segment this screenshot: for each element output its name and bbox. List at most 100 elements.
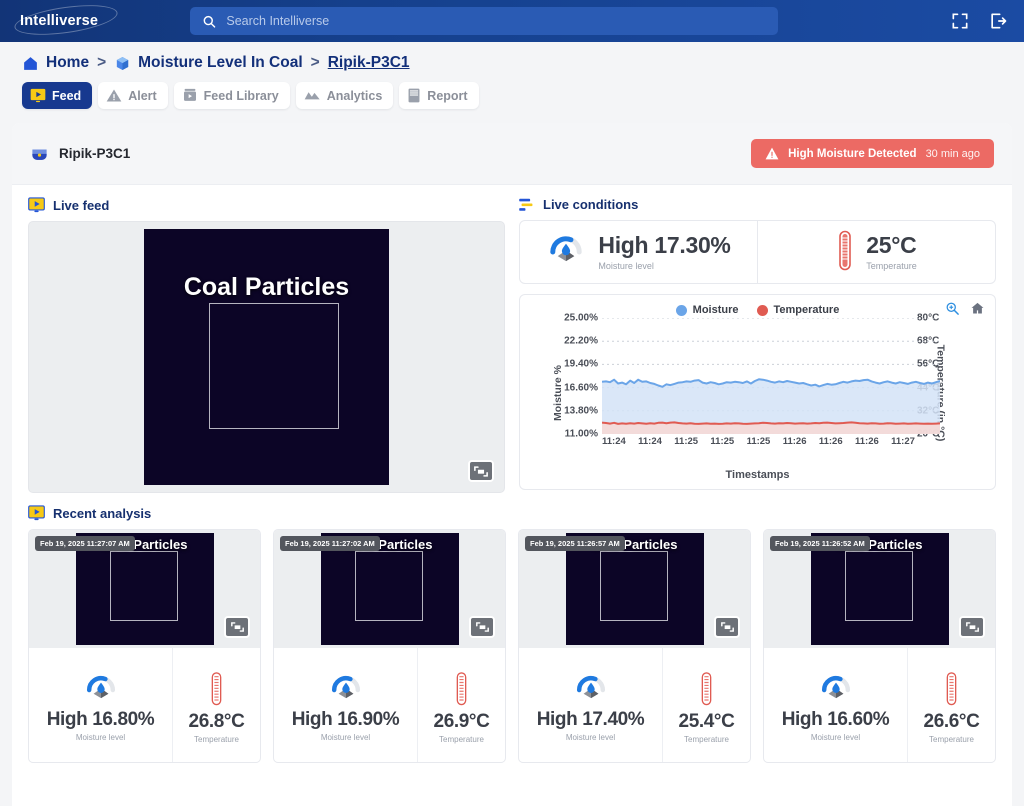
analysis-image-area[interactable]: Feb 19, 2025 11:27:02 AM Coal Particles (274, 530, 505, 648)
chart-y-tick: 13.80% (564, 405, 598, 417)
recent-analysis-section: Recent analysis Feb 19, 2025 11:27:07 AM… (12, 493, 1012, 763)
tab-alert[interactable]: Alert (98, 82, 168, 109)
chart-x-tick: 11:25 (674, 436, 699, 447)
thermometer-icon (946, 671, 957, 705)
expand-button[interactable] (224, 616, 250, 638)
video-feed-icon (28, 197, 45, 213)
legend-dot-temperature (756, 304, 768, 316)
expand-button[interactable] (959, 616, 985, 638)
moisture-gauge-icon (576, 675, 605, 698)
tab-feed-library-label: Feed Library (203, 88, 279, 103)
video-feed-icon (30, 88, 46, 103)
moisture-value: High 17.30% (598, 232, 731, 259)
breadcrumb-project[interactable]: Moisture Level In Coal (138, 54, 303, 72)
roi-box (844, 551, 913, 621)
thermal-image-live[interactable]: Coal Particles (144, 229, 389, 485)
live-conditions-heading: Live conditions (519, 197, 996, 212)
thermometer-icon (211, 671, 222, 705)
chart-y-tick: 16.60% (564, 382, 598, 394)
analysis-temperature-label: Temperature (439, 734, 484, 744)
project-cube-icon (116, 56, 129, 70)
chart-canvas[interactable] (601, 317, 941, 435)
tab-report[interactable]: Report (399, 82, 479, 109)
analysis-moisture-label: Moisture level (75, 732, 126, 742)
analysis-card[interactable]: Feb 19, 2025 11:27:07 AM Coal Particles (28, 529, 261, 763)
analysis-image-area[interactable]: Feb 19, 2025 11:26:57 AM Coal Particles (519, 530, 750, 648)
analysis-moisture-cell: High 16.90% Moisture level (274, 648, 417, 762)
expand-button[interactable] (468, 460, 494, 482)
tab-analytics[interactable]: Analytics (295, 82, 394, 109)
chart-x-tick: 11:26 (818, 436, 843, 447)
analysis-image-area[interactable]: Feb 19, 2025 11:26:52 AM Coal Particles (764, 530, 995, 648)
device-bar: Ripik-P3C1 High Moisture Detected 30 min… (12, 123, 1012, 185)
analysis-moisture-value: High 16.80% (46, 708, 155, 730)
expand-button[interactable] (714, 616, 740, 638)
device-name-group: Ripik-P3C1 (30, 144, 130, 163)
fullscreen-icon[interactable] (950, 11, 970, 31)
moisture-label: Moisture level (598, 260, 654, 271)
chart-x-tick: 11:24 (638, 436, 662, 447)
analysis-moisture-value: High 16.60% (781, 708, 890, 730)
analysis-card[interactable]: Feb 19, 2025 11:26:52 AM Coal Particles (763, 529, 996, 763)
search-bar[interactable] (190, 7, 778, 35)
expand-icon (230, 622, 244, 632)
analysis-image-area[interactable]: Feb 19, 2025 11:27:07 AM Coal Particles (29, 530, 260, 648)
recent-analysis-heading: Recent analysis (28, 505, 996, 521)
expand-button[interactable] (469, 616, 495, 638)
chart-x-tick: 11:27 (891, 436, 915, 447)
device-name: Ripik-P3C1 (59, 146, 131, 161)
breadcrumb-separator: > (97, 54, 107, 71)
live-chart-card: Moisture Temperature Moisture % Temperat… (519, 294, 996, 490)
chart-x-axis-label: Timestamps (725, 469, 790, 481)
status-badge[interactable]: High Moisture Detected 30 min ago (751, 139, 994, 168)
tab-feed[interactable]: Feed (22, 82, 93, 109)
chart-x-tick: 11:25 (710, 436, 735, 447)
roi-box (354, 551, 423, 621)
analysis-metrics: High 16.90% Moisture level 26.9°C Temper… (274, 648, 505, 762)
main-panel: Ripik-P3C1 High Moisture Detected 30 min… (12, 123, 1012, 806)
analysis-metrics: High 16.80% Moisture level 26.8°C Temper… (29, 648, 260, 762)
analysis-moisture-label: Moisture level (565, 732, 616, 742)
chart-x-tick: 11:25 (746, 436, 771, 447)
legend-item-temperature[interactable]: Temperature (756, 304, 839, 316)
temperature-value: 25°C (866, 232, 917, 259)
breadcrumb-home[interactable]: Home (46, 54, 89, 72)
conditions-bars-icon (519, 198, 533, 211)
live-conditions-column: Live conditions High 17.30% Moisture lev… (519, 197, 996, 493)
live-feed-viewport[interactable]: Coal Particles (28, 221, 505, 493)
report-document-icon (408, 88, 420, 103)
thermometer-icon (839, 230, 852, 271)
top-bar: Intelliverse (0, 0, 1024, 42)
logout-icon[interactable] (988, 11, 1008, 31)
analysis-timestamp: Feb 19, 2025 11:27:02 AM (280, 536, 380, 551)
content-body: Live feed Coal Particles Live conditions… (12, 185, 1012, 493)
home-icon[interactable] (22, 55, 39, 72)
warning-triangle-icon (106, 89, 122, 102)
live-feed-column: Live feed Coal Particles (28, 197, 505, 493)
breadcrumb-current[interactable]: Ripik-P3C1 (328, 54, 410, 72)
tab-analytics-label: Analytics (326, 88, 383, 103)
moisture-gauge-icon (821, 675, 850, 698)
app-root: Intelliverse Home > (0, 0, 1024, 806)
live-feed-heading: Live feed (28, 197, 505, 213)
chart-y-ticks: 25.00% 22.20% 19.40% 16.60% 13.80% 11.00% (546, 313, 598, 440)
search-input[interactable] (226, 14, 766, 28)
analysis-timestamp: Feb 19, 2025 11:26:57 AM (525, 536, 625, 551)
temperature-label: Temperature (866, 260, 917, 271)
analysis-temperature-cell: 26.9°C Temperature (417, 648, 505, 762)
app-logo[interactable]: Intelliverse (12, 0, 120, 41)
legend-item-moisture[interactable]: Moisture (675, 304, 739, 316)
video-feed-icon (28, 505, 45, 521)
analysis-moisture-value: High 16.90% (291, 708, 400, 730)
chart-x-ticks: 11:24 11:24 11:25 11:25 11:25 11:26 11:26 11:26… (602, 436, 915, 447)
chart-x-tick: 11:26 (782, 436, 807, 447)
analysis-card[interactable]: Feb 19, 2025 11:27:02 AM Coal Particles (273, 529, 506, 763)
analysis-temperature-cell: 26.8°C Temperature (172, 648, 260, 762)
tab-feed-library[interactable]: Feed Library (173, 82, 290, 109)
chart-y-tick: 22.20% (564, 335, 598, 347)
recent-analysis-cards: Feb 19, 2025 11:27:07 AM Coal Particles (28, 529, 996, 763)
expand-icon (965, 622, 979, 632)
analysis-card[interactable]: Feb 19, 2025 11:26:57 AM Coal Particles (518, 529, 751, 763)
chart-x-tick: 11:26 (854, 436, 879, 447)
camera-device-icon (32, 149, 47, 160)
